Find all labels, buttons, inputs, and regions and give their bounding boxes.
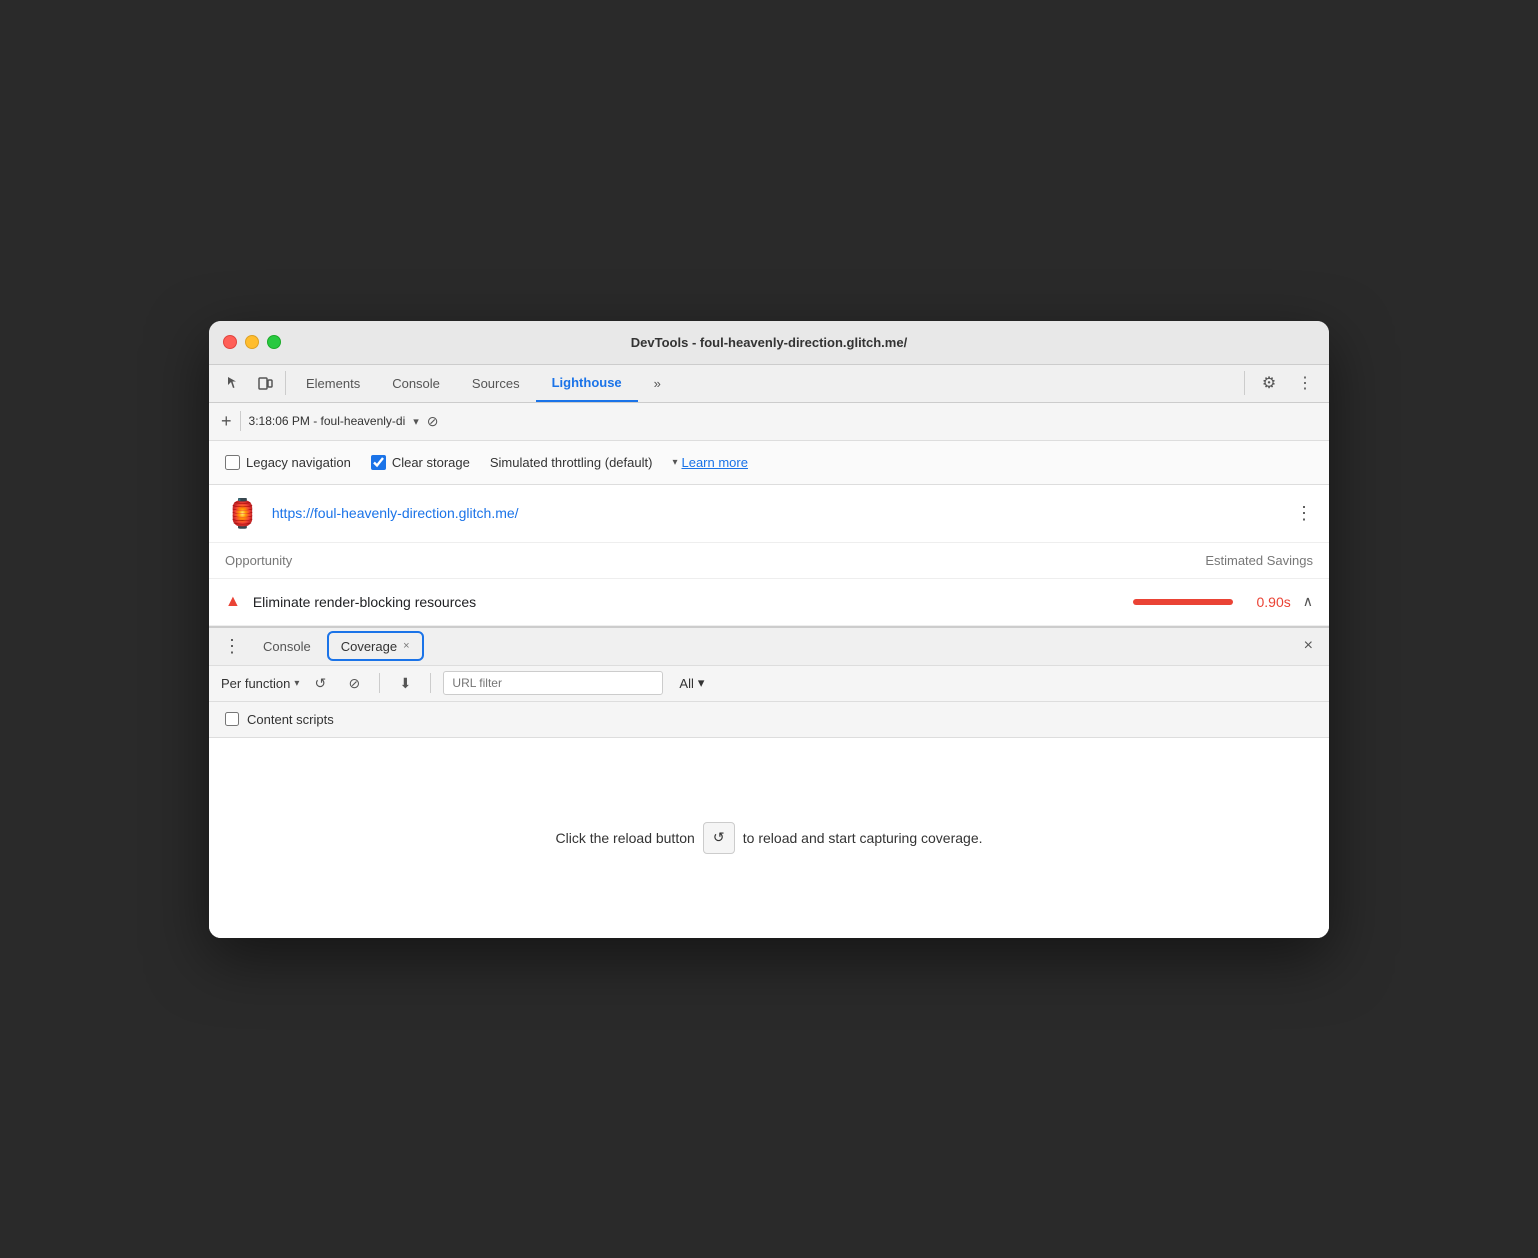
- add-recording-button[interactable]: +: [221, 412, 232, 430]
- inspect-icon[interactable]: [217, 367, 249, 399]
- reload-message: Click the reload button ↺ to reload and …: [555, 822, 982, 854]
- lighthouse-url-row: 🏮 https://foul-heavenly-direction.glitch…: [209, 485, 1329, 543]
- per-function-arrow-icon: ▾: [294, 678, 299, 689]
- minimize-button[interactable]: [245, 335, 259, 349]
- tab-lighthouse[interactable]: Lighthouse: [536, 364, 638, 402]
- learn-more-link[interactable]: Learn more: [681, 455, 747, 470]
- devtools-right-icons: ⚙ ⋮: [1240, 367, 1321, 399]
- content-scripts-checkbox[interactable]: [225, 712, 239, 726]
- savings-bar: [1133, 599, 1233, 605]
- legacy-navigation-checkbox[interactable]: [225, 455, 240, 470]
- settings-icon[interactable]: ⚙: [1253, 367, 1285, 399]
- url-display: 3:18:06 PM - foul-heavenly-di: [249, 414, 406, 428]
- all-dropdown[interactable]: All ▾: [671, 675, 712, 691]
- drawer-menu-icon[interactable]: ⋮: [217, 636, 247, 657]
- block-icon[interactable]: ⊘: [427, 413, 439, 430]
- lighthouse-more-icon[interactable]: ⋮: [1295, 503, 1313, 524]
- opportunity-row: ▲ Eliminate render-blocking resources 0.…: [209, 579, 1329, 626]
- tab-more[interactable]: »: [638, 364, 677, 402]
- opportunity-header: Opportunity Estimated Savings: [209, 543, 1329, 579]
- title-bar: DevTools - foul-heavenly-direction.glitc…: [209, 321, 1329, 365]
- toolbar-separator: [379, 673, 380, 693]
- opportunity-label: Opportunity: [225, 553, 292, 568]
- tab-elements[interactable]: Elements: [290, 364, 376, 402]
- all-dropdown-arrow-icon: ▾: [698, 675, 705, 691]
- device-icon[interactable]: [249, 367, 281, 399]
- url-separator: [240, 411, 241, 431]
- download-coverage-icon[interactable]: ⬇: [392, 670, 418, 696]
- savings-label: Estimated Savings: [1205, 553, 1313, 568]
- opportunity-title: Eliminate render-blocking resources: [253, 594, 1121, 610]
- tab-console[interactable]: Console: [376, 364, 456, 402]
- per-function-dropdown[interactable]: Per function ▾: [221, 676, 299, 691]
- right-separator: [1244, 371, 1245, 395]
- lighthouse-url: https://foul-heavenly-direction.glitch.m…: [272, 505, 1283, 521]
- window-title: DevTools - foul-heavenly-direction.glitc…: [631, 335, 907, 350]
- coverage-toolbar: Per function ▾ ↺ ⊘ ⬇ All ▾: [209, 666, 1329, 702]
- url-dropdown-icon[interactable]: ▾: [413, 415, 419, 428]
- learn-more-container: ▾ Learn more: [672, 455, 748, 470]
- drawer-close-icon[interactable]: ×: [1296, 637, 1321, 655]
- coverage-tab-close-icon[interactable]: ×: [403, 640, 409, 652]
- legacy-navigation-label[interactable]: Legacy navigation: [225, 455, 351, 470]
- traffic-lights: [223, 335, 281, 349]
- content-scripts-row: Content scripts: [209, 702, 1329, 738]
- tab-separator: [285, 371, 286, 395]
- coverage-content: Click the reload button ↺ to reload and …: [209, 738, 1329, 938]
- maximize-button[interactable]: [267, 335, 281, 349]
- console-drawer-tab[interactable]: Console: [251, 627, 323, 665]
- clear-storage-checkbox[interactable]: [371, 455, 386, 470]
- lighthouse-main: 🏮 https://foul-heavenly-direction.glitch…: [209, 485, 1329, 626]
- more-options-icon[interactable]: ⋮: [1289, 367, 1321, 399]
- url-filter-input[interactable]: [443, 671, 663, 695]
- block-coverage-icon[interactable]: ⊘: [341, 670, 367, 696]
- tab-sources[interactable]: Sources: [456, 364, 536, 402]
- coverage-tab-bar: ⋮ Console Coverage × ×: [209, 628, 1329, 666]
- warning-icon: ▲: [225, 593, 241, 611]
- devtools-tab-bar: Elements Console Sources Lighthouse » ⚙ …: [209, 365, 1329, 403]
- devtools-window: DevTools - foul-heavenly-direction.glitc…: [209, 321, 1329, 938]
- content-scripts-label: Content scripts: [247, 712, 334, 727]
- coverage-drawer-tab[interactable]: Coverage ×: [327, 631, 424, 661]
- reload-coverage-icon[interactable]: ↺: [307, 670, 333, 696]
- coverage-drawer: ⋮ Console Coverage × × Per function ▾ ↺ …: [209, 626, 1329, 938]
- chevron-up-icon[interactable]: ∧: [1303, 593, 1313, 610]
- lighthouse-logo-icon: 🏮: [225, 497, 260, 530]
- url-bar: + 3:18:06 PM - foul-heavenly-di ▾ ⊘: [209, 403, 1329, 441]
- clear-storage-label[interactable]: Clear storage: [371, 455, 470, 470]
- throttling-text: Simulated throttling (default): [490, 455, 653, 470]
- close-button[interactable]: [223, 335, 237, 349]
- reload-inline-button[interactable]: ↺: [703, 822, 735, 854]
- toolbar-separator-2: [430, 673, 431, 693]
- throttling-dropdown-icon[interactable]: ▾: [672, 457, 677, 468]
- savings-time: 0.90s: [1257, 594, 1291, 610]
- options-bar: Legacy navigation Clear storage Simulate…: [209, 441, 1329, 485]
